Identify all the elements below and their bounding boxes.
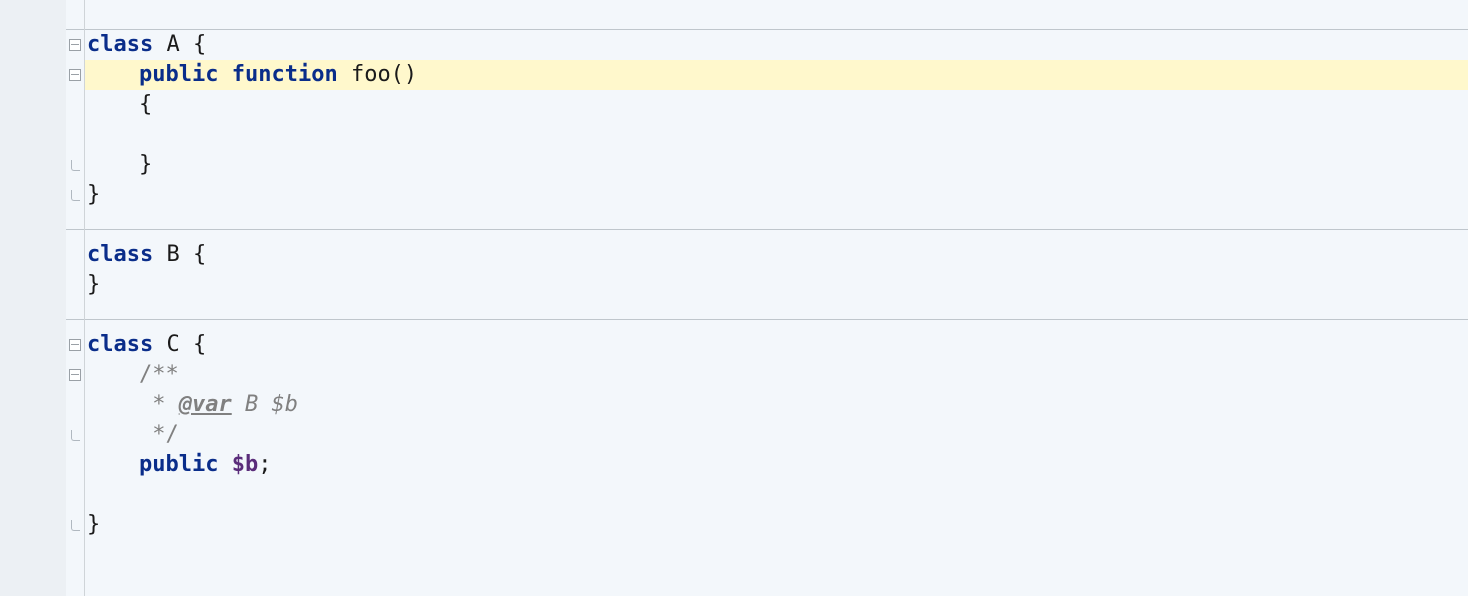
fold-end-class-a[interactable]	[66, 180, 84, 210]
fold-toggle-method-foo[interactable]	[66, 60, 84, 90]
doc-open: /**	[139, 362, 179, 387]
doc-asterisk: *	[139, 392, 179, 417]
fold-gutter[interactable]	[66, 0, 85, 596]
code-line[interactable]: }	[85, 270, 1468, 300]
code-area[interactable]: class A { public function foo() { } } cl…	[85, 0, 1468, 596]
fold-minus-icon	[69, 339, 81, 351]
code-line[interactable]	[85, 480, 1468, 510]
fold-end-class-c[interactable]	[66, 510, 84, 540]
fold-toggle-class-a[interactable]	[66, 30, 84, 60]
fold-toggle-class-c[interactable]	[66, 330, 84, 360]
fold-toggle-docblock[interactable]	[66, 360, 84, 390]
fold-minus-icon	[69, 39, 81, 51]
keyword-public: public	[139, 62, 218, 87]
code-line-current[interactable]: public function foo()	[85, 60, 1468, 90]
doc-tag-var: @var	[179, 392, 232, 417]
code-line[interactable]: }	[85, 180, 1468, 210]
keyword-class: class	[87, 332, 153, 357]
left-gutter-padding	[0, 0, 66, 596]
property-b: $b	[232, 452, 259, 477]
code-line[interactable]	[85, 0, 1468, 30]
semicolon: ;	[258, 452, 271, 477]
gutter-separator	[66, 229, 84, 230]
fold-end-icon	[71, 520, 80, 531]
code-line[interactable]: class A {	[85, 30, 1468, 60]
code-line[interactable]	[85, 300, 1468, 330]
code-line[interactable]	[85, 120, 1468, 150]
keyword-class: class	[87, 242, 153, 267]
class-name-b: B {	[153, 242, 206, 267]
brace-close: }	[139, 152, 152, 177]
code-line[interactable]: class C {	[85, 330, 1468, 360]
keyword-public: public	[139, 452, 232, 477]
fold-end-icon	[71, 190, 80, 201]
keyword-class: class	[87, 32, 153, 57]
code-line[interactable]: /**	[85, 360, 1468, 390]
fold-end-docblock[interactable]	[66, 420, 84, 450]
code-line[interactable]: */	[85, 420, 1468, 450]
code-line[interactable]: }	[85, 510, 1468, 540]
brace-close: }	[87, 182, 100, 207]
code-line[interactable]: * @var B $b	[85, 390, 1468, 420]
fold-minus-icon	[69, 369, 81, 381]
code-line[interactable]	[85, 210, 1468, 240]
brace-close: }	[87, 512, 100, 537]
code-line[interactable]: {	[85, 90, 1468, 120]
class-name-a: A {	[153, 32, 206, 57]
fold-minus-icon	[69, 69, 81, 81]
function-name-foo: foo()	[338, 62, 417, 87]
fold-end-method-foo[interactable]	[66, 150, 84, 180]
code-line[interactable]: class B {	[85, 240, 1468, 270]
code-line[interactable]: public $b;	[85, 450, 1468, 480]
fold-end-icon	[71, 160, 80, 171]
keyword-function: function	[218, 62, 337, 87]
doc-close: */	[139, 422, 179, 447]
gutter-separator	[66, 319, 84, 320]
brace-close: }	[87, 272, 100, 297]
doc-type-b: B $b	[232, 392, 298, 417]
brace-open: {	[139, 92, 152, 117]
fold-end-icon	[71, 430, 80, 441]
class-name-c: C {	[153, 332, 206, 357]
code-editor[interactable]: class A { public function foo() { } } cl…	[0, 0, 1468, 596]
code-line[interactable]: }	[85, 150, 1468, 180]
